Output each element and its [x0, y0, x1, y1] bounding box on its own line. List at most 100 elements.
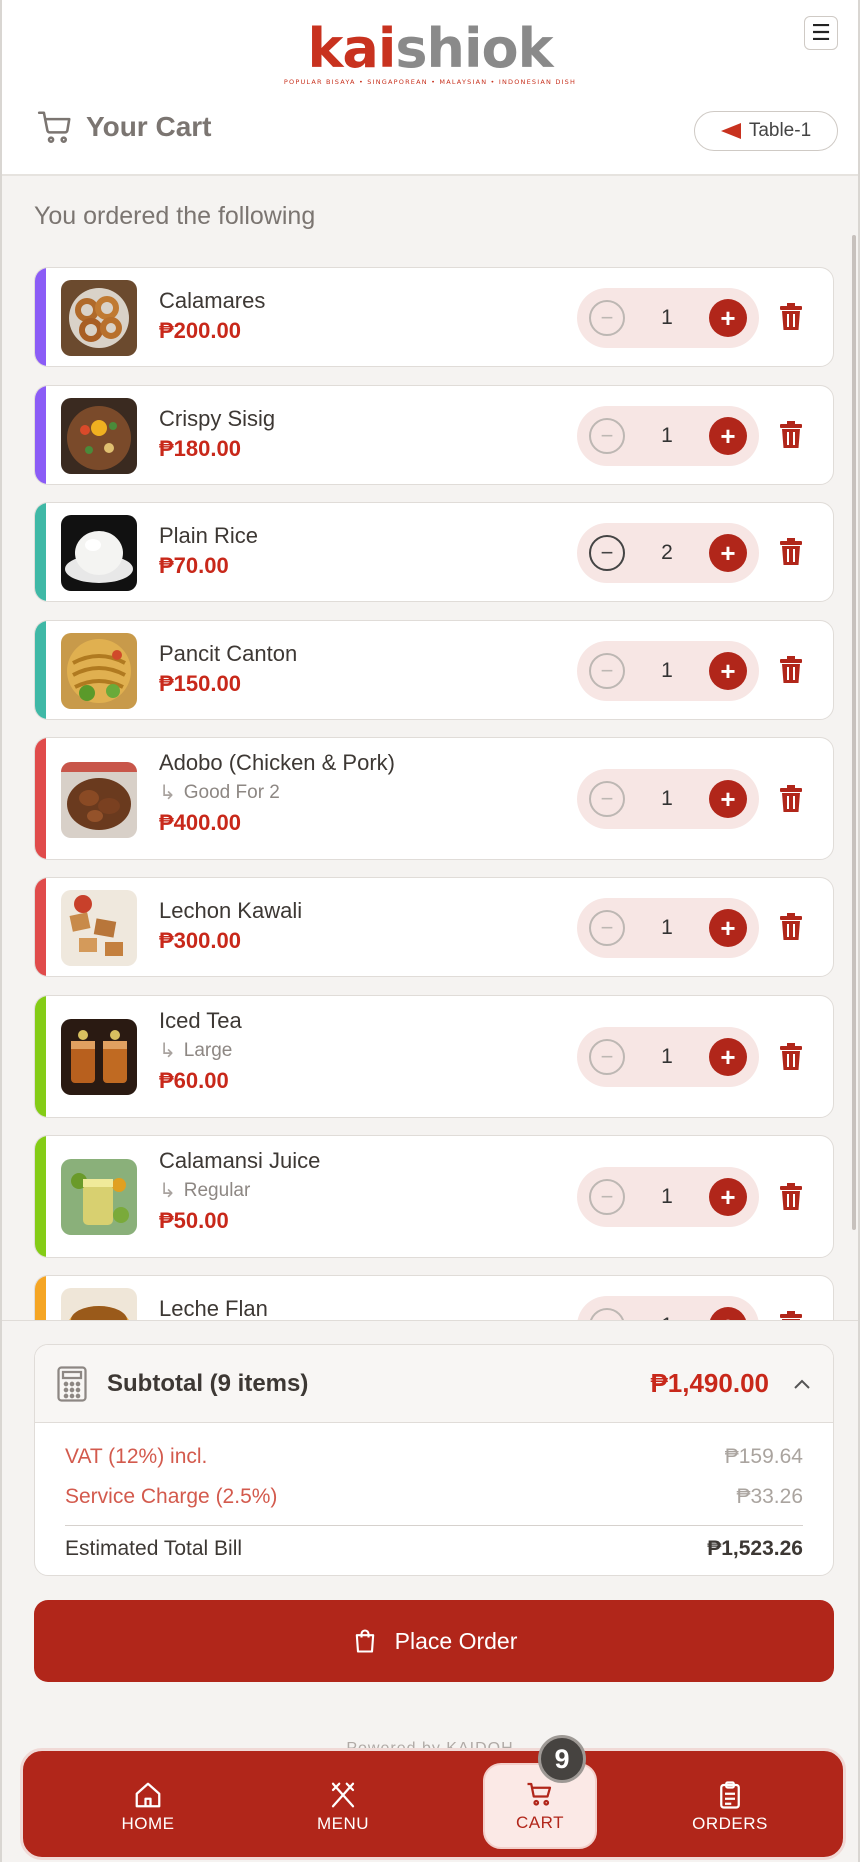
logo-tagline: POPULAR BISAYA • SINGAPOREAN • MALAYSIAN…	[283, 78, 577, 86]
total-label: Estimated Total Bill	[65, 1537, 243, 1560]
brand-logo[interactable]: kaishiok POPULAR BISAYA • SINGAPOREAN • …	[2, 22, 858, 87]
item-name: Pancit Canton	[159, 641, 298, 666]
increase-button[interactable]: +	[709, 534, 747, 572]
decrease-button[interactable]: −	[589, 1179, 625, 1215]
nav-menu[interactable]: MENU	[268, 1751, 418, 1862]
item-name: Adobo (Chicken & Pork)	[159, 750, 395, 775]
variant-arrow-icon: ↳	[159, 1040, 176, 1062]
item-accent	[35, 996, 46, 1117]
increase-button[interactable]: +	[709, 652, 747, 690]
cart-item: Calamansi Juice ↳ Regular ₱50.00 − 1 +	[34, 1135, 834, 1258]
delete-item-button[interactable]	[779, 303, 803, 331]
item-price: ₱400.00	[159, 810, 241, 835]
item-name: Plain Rice	[159, 523, 259, 548]
place-order-label: Place Order	[394, 1627, 518, 1654]
item-image	[61, 633, 137, 709]
increase-button[interactable]: +	[709, 780, 747, 818]
minus-icon: −	[600, 658, 614, 683]
quantity-stepper: − 1 +	[577, 406, 759, 466]
order-summary: Subtotal (9 items) ₱1,490.00 VAT (12%) i…	[34, 1344, 834, 1576]
item-variant-label: Good For 2	[183, 782, 280, 803]
total-value: ₱1,523.26	[707, 1537, 803, 1560]
cart-subtitle: You ordered the following	[34, 202, 316, 230]
item-name: Iced Tea	[159, 1008, 242, 1033]
delete-item-button[interactable]	[779, 913, 803, 941]
variant-arrow-icon: ↳	[159, 1180, 176, 1202]
increase-button[interactable]: +	[709, 299, 747, 337]
total-row: Estimated Total Bill ₱1,523.26	[35, 1526, 833, 1572]
plus-icon: +	[720, 537, 736, 568]
plus-icon: +	[720, 783, 736, 814]
hamburger-menu-button[interactable]: ☰	[804, 16, 838, 50]
decrease-button[interactable]: −	[589, 781, 625, 817]
delete-item-button[interactable]	[779, 1183, 803, 1211]
item-variant-label: Large	[183, 1040, 233, 1061]
hamburger-icon: ☰	[811, 20, 831, 45]
summary-header[interactable]: Subtotal (9 items) ₱1,490.00	[35, 1345, 833, 1423]
item-image	[61, 1159, 137, 1235]
cart-item: Plain Rice ₱70.00 − 2 +	[34, 502, 834, 602]
vat-value: ₱159.64	[724, 1445, 803, 1468]
nav-cart[interactable]: CART	[483, 1763, 597, 1849]
quantity-stepper: − 1 +	[577, 1167, 759, 1227]
subtotal-value: ₱1,490.00	[650, 1368, 769, 1398]
increase-button[interactable]: +	[709, 1178, 747, 1216]
quantity-stepper: − 2 +	[577, 523, 759, 583]
item-quantity: 2	[661, 541, 673, 564]
item-name: Crispy Sisig	[159, 406, 276, 431]
item-quantity: 1	[661, 1045, 673, 1068]
nav-home[interactable]: HOME	[73, 1751, 223, 1862]
decrease-button[interactable]: −	[589, 418, 625, 454]
decrease-button[interactable]: −	[589, 1039, 625, 1075]
quantity-stepper: − 1 +	[577, 641, 759, 701]
decrease-button[interactable]: −	[589, 535, 625, 571]
minus-icon: −	[600, 786, 614, 811]
cart-item: Lechon Kawali ₱300.00 − 1 +	[34, 877, 834, 977]
item-name: Calamares	[159, 288, 266, 313]
delete-item-button[interactable]	[779, 421, 803, 449]
item-name: Calamansi Juice	[159, 1148, 321, 1173]
item-image	[61, 890, 137, 966]
plus-icon: +	[720, 1181, 736, 1212]
quantity-stepper: − 1 +	[577, 898, 759, 958]
minus-icon: −	[600, 540, 614, 565]
item-quantity: 1	[661, 306, 673, 329]
decrease-button[interactable]: −	[589, 653, 625, 689]
logo-text-red: kai	[307, 17, 397, 80]
item-image	[61, 1019, 137, 1095]
item-variant: ↳ Large	[159, 1036, 242, 1066]
quantity-stepper: − 1 +	[577, 288, 759, 348]
delete-item-button[interactable]	[779, 656, 803, 684]
item-image	[61, 515, 137, 591]
service-charge-value: ₱33.26	[736, 1485, 803, 1508]
vat-label: VAT (12%) incl.	[65, 1445, 208, 1468]
item-price: ₱60.00	[159, 1068, 229, 1093]
table-indicator[interactable]: Table-1	[694, 111, 838, 151]
minus-icon: −	[600, 1044, 614, 1069]
decrease-button[interactable]: −	[589, 910, 625, 946]
increase-button[interactable]: +	[709, 909, 747, 947]
item-quantity: 1	[661, 787, 673, 810]
utensils-icon	[331, 1782, 355, 1808]
delete-item-button[interactable]	[779, 785, 803, 813]
plus-icon: +	[720, 655, 736, 686]
item-price: ₱180.00	[159, 436, 241, 461]
delete-item-button[interactable]	[779, 538, 803, 566]
delete-item-button[interactable]	[779, 1043, 803, 1071]
place-order-button[interactable]: Place Order	[34, 1600, 834, 1682]
cart-item: Pancit Canton ₱150.00 − 1 +	[34, 620, 834, 720]
service-charge-label: Service Charge (2.5%)	[65, 1485, 278, 1508]
nav-orders[interactable]: ORDERS	[655, 1751, 805, 1862]
item-quantity: 1	[661, 916, 673, 939]
scrollbar[interactable]	[852, 235, 856, 1230]
increase-button[interactable]: +	[709, 1038, 747, 1076]
chevron-up-icon[interactable]	[793, 1378, 811, 1390]
item-price: ₱300.00	[159, 928, 241, 953]
decrease-button[interactable]: −	[589, 300, 625, 336]
item-accent	[35, 386, 46, 484]
item-image	[61, 762, 137, 838]
app-frame: kaishiok POPULAR BISAYA • SINGAPOREAN • …	[0, 0, 860, 1862]
increase-button[interactable]: +	[709, 417, 747, 455]
item-image	[61, 280, 137, 356]
home-icon	[135, 1782, 161, 1808]
